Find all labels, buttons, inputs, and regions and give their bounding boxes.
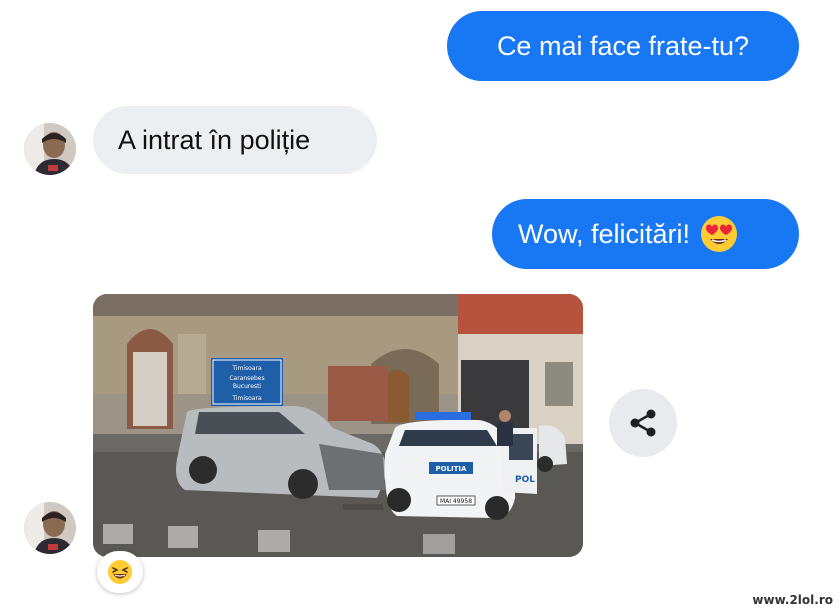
sender-avatar[interactable] — [24, 123, 76, 175]
license-plate-text: MAI 49958 — [440, 498, 472, 505]
share-icon — [630, 409, 656, 437]
message-text: Ce mai face frate-tu? — [496, 30, 750, 61]
incoming-message-bubble[interactable]: A intrat în poliție — [93, 106, 377, 174]
share-button[interactable] — [609, 389, 677, 457]
police-door-text: POL — [515, 475, 535, 485]
police-hood-text: POLITIA — [436, 465, 468, 473]
sign-text: Bucuresti — [233, 383, 262, 390]
outgoing-message-bubble[interactable]: Ce mai face frate-tu? — [447, 11, 799, 81]
laughing-face-emoji-icon — [108, 560, 132, 584]
heart-eyes-emoji-icon — [701, 216, 738, 252]
photo-attachment[interactable]: Timisoara Caransebes Bucuresti Timisoara… — [93, 294, 583, 557]
sign-text: Timisoara — [231, 365, 262, 372]
sign-text: Caransebes — [229, 375, 264, 382]
sender-avatar[interactable] — [24, 502, 76, 554]
message-text: A intrat în poliție — [118, 124, 311, 155]
message-reaction[interactable] — [97, 551, 143, 593]
message-text: Wow, felicitări! — [518, 218, 691, 249]
watermark: www.2lol.ro — [749, 592, 836, 608]
outgoing-message-bubble[interactable]: Wow, felicitări! — [492, 199, 799, 269]
sign-text: Timisoara — [231, 395, 262, 402]
